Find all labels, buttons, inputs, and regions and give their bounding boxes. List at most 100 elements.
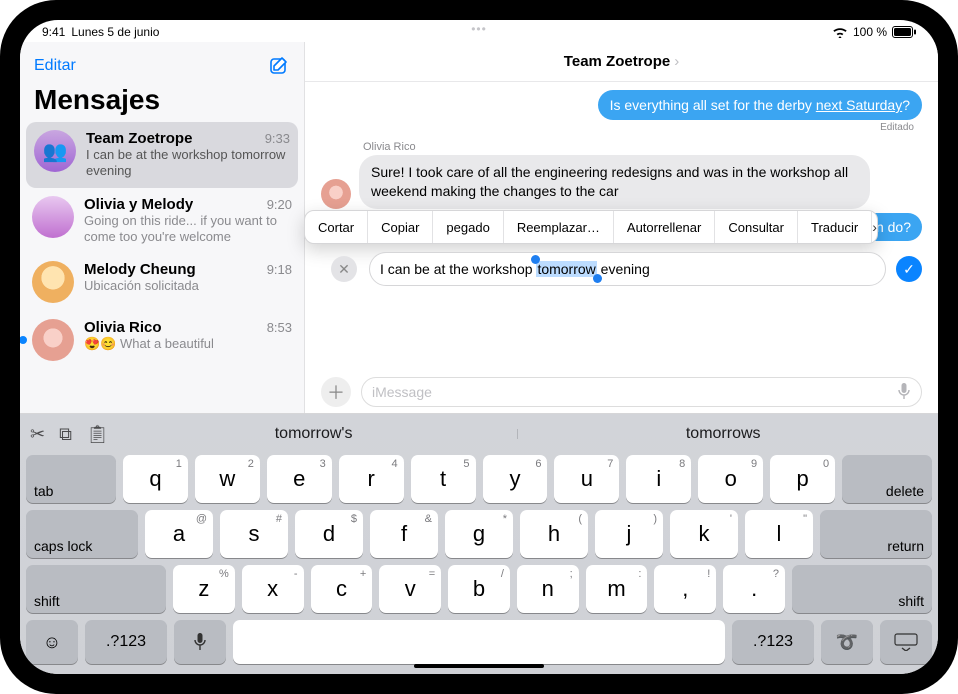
key-z[interactable]: %z — [173, 565, 235, 613]
edit-text-field[interactable]: I can be at the workshop tomorrow evenin… — [369, 252, 886, 286]
home-indicator[interactable] — [414, 664, 544, 668]
key-q[interactable]: 1q — [123, 455, 188, 503]
ctx-lookup[interactable]: Consultar — [715, 211, 798, 243]
ctx-copy[interactable]: Copiar — [368, 211, 433, 243]
key-emoji-icon[interactable]: ☺ — [26, 620, 78, 664]
key-f[interactable]: &f — [370, 510, 438, 558]
key-p[interactable]: 0p — [770, 455, 835, 503]
edited-label: Editado — [321, 122, 922, 133]
key-j[interactable]: )j — [595, 510, 663, 558]
key-hide-keyboard-icon[interactable] — [880, 620, 932, 664]
ctx-cut[interactable]: Cortar — [305, 211, 368, 243]
conversation-item[interactable]: 👥 Team Zoetrope9:33 I can be at the work… — [26, 122, 298, 188]
key-shift-right[interactable]: shift — [792, 565, 932, 613]
confirm-edit-icon[interactable]: ✓ — [896, 256, 922, 282]
avatar — [32, 261, 74, 303]
conversation-list: 👥 Team Zoetrope9:33 I can be at the work… — [20, 122, 304, 369]
chat-pane: Team Zoetrope› Is everything all set for… — [305, 42, 938, 413]
text-selection[interactable]: tomorrow — [536, 261, 596, 277]
key-o[interactable]: 9o — [698, 455, 763, 503]
avatar — [321, 179, 351, 209]
key-l[interactable]: "l — [745, 510, 813, 558]
conversation-item[interactable]: Olivia y Melody9:20 Going on this ride..… — [20, 188, 304, 254]
key-k[interactable]: 'k — [670, 510, 738, 558]
copy-tool-icon[interactable]: ⧉ — [59, 424, 72, 445]
battery-icon — [892, 26, 916, 38]
unread-dot-icon — [20, 336, 27, 344]
key-row: caps lock @a #s $d &f *g (h )j 'k "l ret… — [26, 510, 932, 558]
ctx-more-icon[interactable]: › — [872, 211, 877, 243]
status-bar: 9:41 Lunes 5 de junio ••• 100 % — [20, 20, 938, 42]
chat-header[interactable]: Team Zoetrope› — [305, 42, 938, 82]
key-r[interactable]: 4r — [339, 455, 404, 503]
suggestion[interactable]: tomorrows — [518, 425, 928, 443]
key-row: ☺ .?123 .?123 ➰ — [26, 620, 932, 664]
key-space[interactable] — [233, 620, 725, 664]
sender-label: Olivia Rico — [363, 141, 922, 153]
key-c[interactable]: +c — [311, 565, 373, 613]
avatar: 👥 — [34, 130, 76, 172]
key-x[interactable]: -x — [242, 565, 304, 613]
message-out[interactable]: Is everything all set for the derby next… — [598, 90, 922, 120]
conversation-item[interactable]: Olivia Rico8:53 😍😊 What a beautiful — [20, 311, 304, 369]
message-in[interactable]: Sure! I took care of all the engineering… — [359, 155, 870, 209]
conversation-item[interactable]: Melody Cheung9:18 Ubicación solicitada — [20, 253, 304, 311]
key-delete[interactable]: delete — [842, 455, 932, 503]
key-g[interactable]: *g — [445, 510, 513, 558]
key-symbols-left[interactable]: .?123 — [85, 620, 167, 664]
key-handwriting-icon[interactable]: ➰ — [821, 620, 873, 664]
key-b[interactable]: /b — [448, 565, 510, 613]
avatar — [32, 196, 74, 238]
paste-tool-icon[interactable]: 📋︎ — [86, 424, 109, 445]
key-shift-left[interactable]: shift — [26, 565, 166, 613]
key-y[interactable]: 6y — [483, 455, 548, 503]
key-i[interactable]: 8i — [626, 455, 691, 503]
key-t[interactable]: 5t — [411, 455, 476, 503]
key-u[interactable]: 7u — [554, 455, 619, 503]
multitask-dots-icon[interactable]: ••• — [471, 22, 487, 36]
key-a[interactable]: @a — [145, 510, 213, 558]
ctx-paste[interactable]: pegado — [433, 211, 503, 243]
text-context-menu: Cortar Copiar pegado Reemplazar… Autorre… — [304, 210, 878, 244]
keyboard: ✂︎ ⧉ 📋︎ tomorrow's tomorrows tab 1q 2w 3… — [20, 414, 938, 674]
conversation-sidebar: Editar Mensajes 👥 Team Zoetrope9:33 I ca… — [20, 42, 305, 413]
edit-message-row: ✕ I can be at the workshop tomorrow even… — [331, 252, 922, 286]
compose-icon[interactable] — [268, 55, 290, 77]
key-e[interactable]: 3e — [267, 455, 332, 503]
compose-row: ＋ iMessage — [321, 377, 922, 407]
key-m[interactable]: :m — [586, 565, 648, 613]
wifi-icon — [832, 26, 848, 38]
key-row: tab 1q 2w 3e 4r 5t 6y 7u 8i 9o 0p delete — [26, 455, 932, 503]
ctx-autofill[interactable]: Autorrellenar — [614, 211, 715, 243]
key-period[interactable]: ?. — [723, 565, 785, 613]
key-h[interactable]: (h — [520, 510, 588, 558]
screen: 9:41 Lunes 5 de junio ••• 100 % Editar M… — [20, 20, 938, 674]
edit-button[interactable]: Editar — [34, 57, 76, 75]
ctx-replace[interactable]: Reemplazar… — [504, 211, 614, 243]
date-link[interactable]: next Saturday — [816, 97, 902, 113]
key-return[interactable]: return — [820, 510, 932, 558]
key-n[interactable]: ;n — [517, 565, 579, 613]
key-symbols-right[interactable]: .?123 — [732, 620, 814, 664]
suggestion-bar: tomorrow's tomorrows — [109, 425, 928, 443]
dictation-icon[interactable] — [897, 382, 911, 403]
key-s[interactable]: #s — [220, 510, 288, 558]
cancel-edit-icon[interactable]: ✕ — [331, 256, 357, 282]
key-capslock[interactable]: caps lock — [26, 510, 138, 558]
key-dictate-icon[interactable] — [174, 620, 226, 664]
key-v[interactable]: =v — [379, 565, 441, 613]
message-input[interactable]: iMessage — [361, 377, 922, 407]
add-attachment-icon[interactable]: ＋ — [321, 377, 351, 407]
cut-tool-icon[interactable]: ✂︎ — [30, 424, 45, 445]
ipad-frame: 9:41 Lunes 5 de junio ••• 100 % Editar M… — [0, 0, 958, 694]
key-comma[interactable]: !, — [654, 565, 716, 613]
status-date: Lunes 5 de junio — [71, 25, 159, 39]
key-tab[interactable]: tab — [26, 455, 116, 503]
key-row: shift %z -x +c =v /b ;n :m !, ?. shift — [26, 565, 932, 613]
key-d[interactable]: $d — [295, 510, 363, 558]
status-time: 9:41 — [42, 25, 65, 39]
suggestion[interactable]: tomorrow's — [109, 425, 519, 443]
messages-title: Mensajes — [20, 80, 304, 122]
ctx-translate[interactable]: Traducir — [798, 211, 872, 243]
key-w[interactable]: 2w — [195, 455, 260, 503]
